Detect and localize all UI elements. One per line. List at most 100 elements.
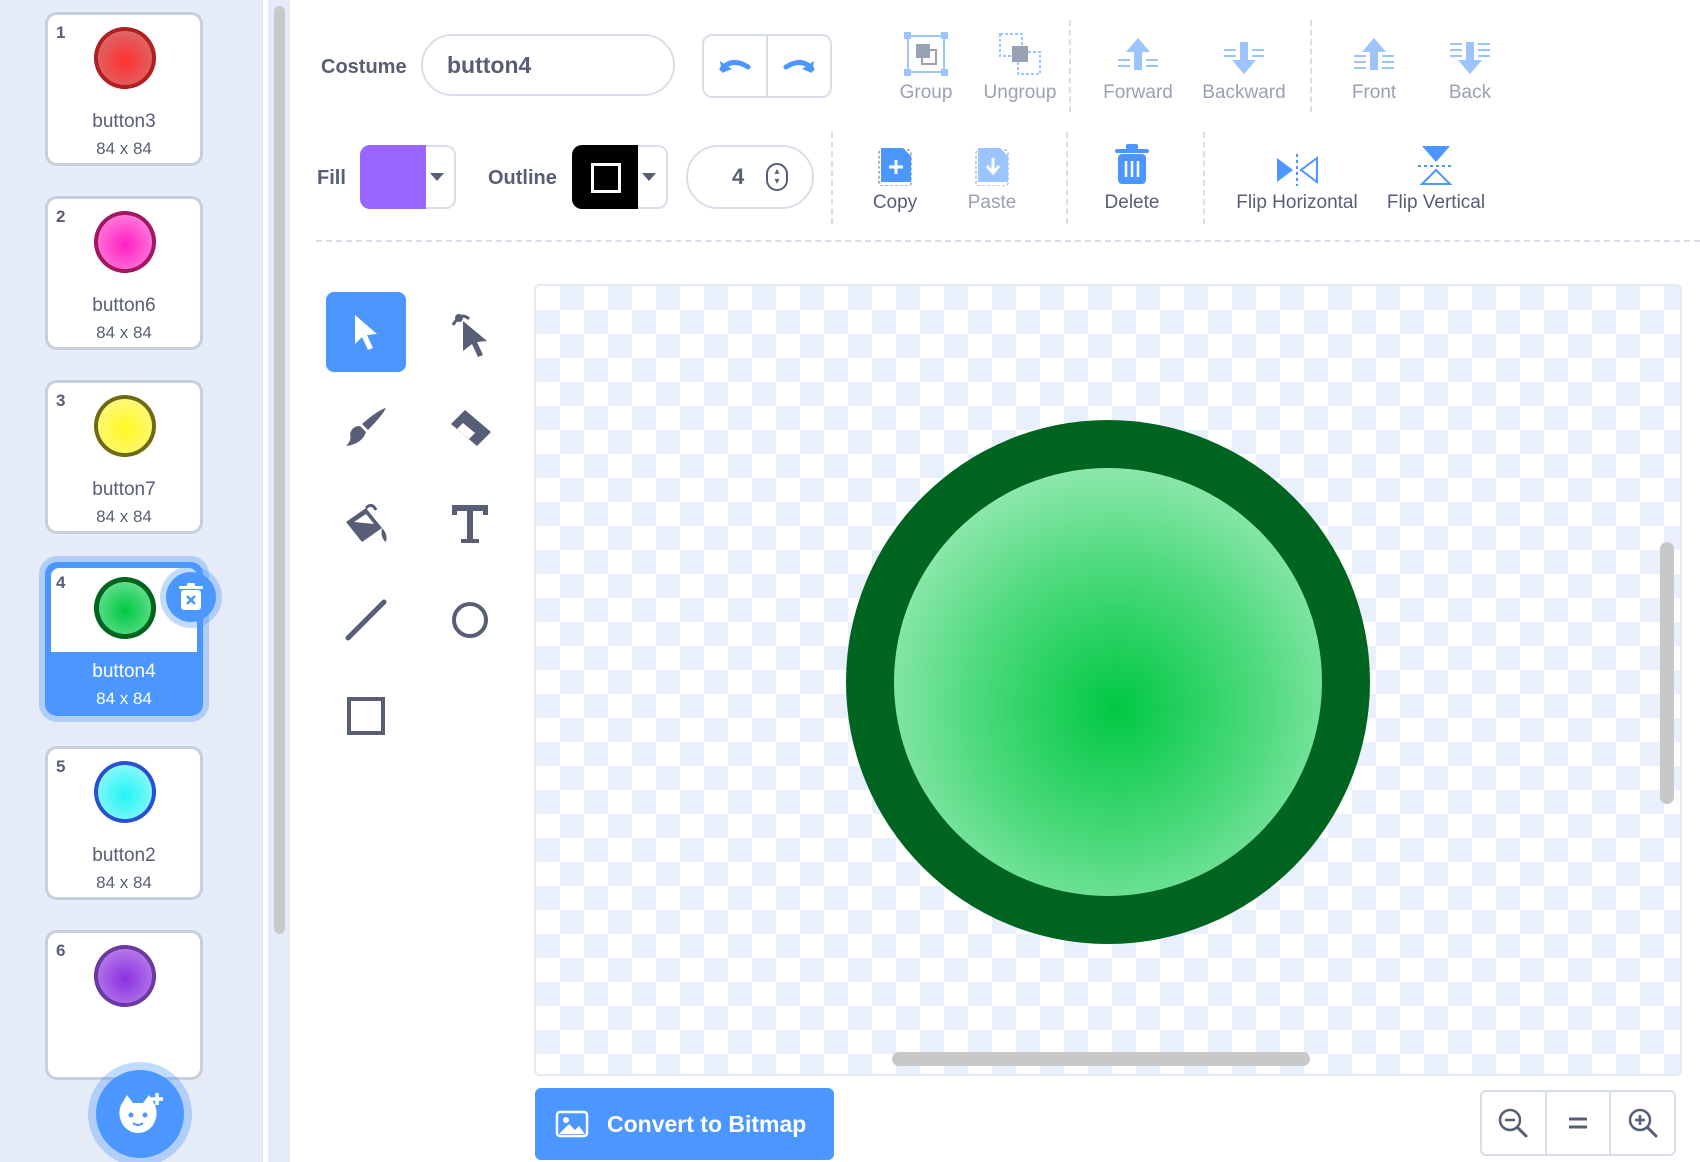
group-button[interactable]: Group: [880, 28, 972, 104]
toolbar-divider: [1203, 132, 1205, 224]
rectangle-icon: [347, 697, 385, 735]
costume-tile-2[interactable]: 2 button6 84 x 84: [45, 196, 203, 350]
costume-number: 6: [56, 941, 66, 960]
line-icon: [345, 599, 387, 641]
convert-to-bitmap-label: Convert to Bitmap: [607, 1110, 807, 1137]
delete-costume-button[interactable]: [166, 572, 216, 622]
ungroup-button[interactable]: Ungroup: [960, 28, 1080, 104]
zoom-in-icon: [1628, 1108, 1658, 1138]
undo-redo-group: [702, 34, 832, 98]
forward-button[interactable]: Forward: [1090, 28, 1186, 104]
backward-label: Backward: [1202, 82, 1286, 103]
costume-name-input[interactable]: button4: [421, 34, 675, 96]
zoom-in-button[interactable]: [1609, 1092, 1674, 1154]
undo-button[interactable]: [704, 36, 768, 96]
circle-tool[interactable]: [430, 580, 510, 660]
green-button-inner-fill: [894, 468, 1322, 896]
back-icon: [1450, 42, 1490, 74]
costume-tile-3[interactable]: 3 button7 84 x 84: [45, 380, 203, 534]
costume-label: Costume: [321, 56, 407, 78]
costume-number: 4: [56, 573, 66, 592]
forward-label: Forward: [1103, 82, 1173, 103]
brush-tool[interactable]: [326, 388, 406, 468]
group-label: Group: [899, 82, 953, 103]
costume-thumbnail: [94, 211, 156, 273]
costume-thumbnail: [94, 577, 156, 639]
outline-label: Outline: [488, 167, 557, 189]
flip-horizontal-icon: [1277, 154, 1318, 186]
backward-icon: [1224, 42, 1264, 74]
scrollbar-thumb[interactable]: [274, 6, 285, 934]
front-icon: [1354, 38, 1394, 70]
paint-canvas[interactable]: [534, 284, 1682, 1076]
select-tool[interactable]: [326, 292, 406, 372]
front-button[interactable]: Front: [1332, 28, 1416, 104]
costume-name: button7: [92, 479, 156, 500]
reshape-tool[interactable]: [430, 292, 510, 372]
copy-label: Copy: [872, 192, 918, 213]
stepper-icon[interactable]: ▴ ▾: [766, 163, 788, 191]
arrow-cursor-icon: [355, 315, 377, 350]
costume-name: button4: [92, 661, 156, 682]
canvas-vertical-scrollbar[interactable]: [1660, 542, 1674, 804]
toolbar-bottom-divider: [316, 240, 1700, 242]
rectangle-tool[interactable]: [326, 676, 406, 756]
costume-size: 84 x 84: [96, 323, 152, 342]
delete-label: Delete: [1104, 192, 1160, 213]
chevron-down-icon: [430, 173, 444, 181]
text-t-icon: [452, 505, 488, 543]
ungroup-label: Ungroup: [983, 82, 1057, 103]
trash-icon: [1115, 144, 1149, 184]
backward-button[interactable]: Backward: [1190, 28, 1298, 104]
copy-icon: [878, 148, 912, 186]
choose-costume-button[interactable]: [96, 1070, 184, 1158]
canvas-horizontal-scrollbar[interactable]: [892, 1052, 1310, 1066]
text-tool[interactable]: [430, 484, 510, 564]
eraser-tool[interactable]: [430, 388, 510, 468]
flip-horizontal-button[interactable]: Flip Horizontal: [1228, 138, 1366, 214]
costume-tile-6[interactable]: 6: [45, 930, 203, 1080]
costume-thumbnail: [94, 945, 156, 1007]
flip-vertical-button[interactable]: Flip Vertical: [1380, 138, 1492, 214]
toolbar-divider: [1066, 132, 1068, 224]
circle-icon: [452, 602, 488, 638]
image-icon: [555, 1110, 589, 1138]
line-tool[interactable]: [326, 580, 406, 660]
back-label: Back: [1448, 82, 1492, 103]
costume-name: button6: [92, 295, 156, 316]
back-button[interactable]: Back: [1428, 28, 1512, 104]
copy-button[interactable]: Copy: [856, 138, 934, 214]
costume-size: 84 x 84: [96, 507, 152, 526]
costume-number: 5: [56, 757, 66, 776]
trash-icon: [179, 583, 203, 610]
undo-icon: [719, 60, 751, 73]
zoom-reset-button[interactable]: [1544, 1092, 1610, 1154]
front-label: Front: [1351, 82, 1397, 103]
redo-button[interactable]: [768, 36, 830, 96]
costume-tile-5[interactable]: 5 button2 84 x 84: [45, 746, 203, 900]
outline-swatch: [572, 145, 638, 209]
equals-icon: [1569, 1117, 1587, 1129]
fill-label: Fill: [317, 167, 346, 189]
outline-width-value: 4: [732, 164, 745, 189]
toolbar-divider: [1310, 20, 1312, 112]
convert-to-bitmap-button[interactable]: Convert to Bitmap: [535, 1088, 834, 1160]
toolbar-divider: [1069, 20, 1071, 112]
forward-icon: [1118, 38, 1158, 70]
cat-add-icon: [119, 1093, 163, 1133]
costume-tile-1[interactable]: 1 button3 84 x 84: [45, 12, 203, 166]
outline-width-input[interactable]: 4 ▴ ▾: [686, 145, 814, 209]
costume-list: 1 button3 84 x 84 2 button6 84 x 84 3 bu…: [0, 0, 263, 1162]
fill-color-picker[interactable]: [360, 145, 456, 209]
paste-icon: [975, 148, 1009, 186]
green-button-shape[interactable]: [846, 420, 1370, 944]
paste-button[interactable]: Paste: [952, 138, 1032, 214]
costume-size: 84 x 84: [96, 689, 152, 708]
fill-tool[interactable]: [326, 484, 406, 564]
zoom-out-button[interactable]: [1482, 1092, 1545, 1154]
delete-button[interactable]: Delete: [1092, 138, 1172, 214]
outline-color-picker[interactable]: [572, 145, 668, 209]
brush-icon: [346, 408, 386, 446]
costume-list-scrollbar[interactable]: [268, 0, 290, 1162]
costume-thumbnail: [94, 395, 156, 457]
